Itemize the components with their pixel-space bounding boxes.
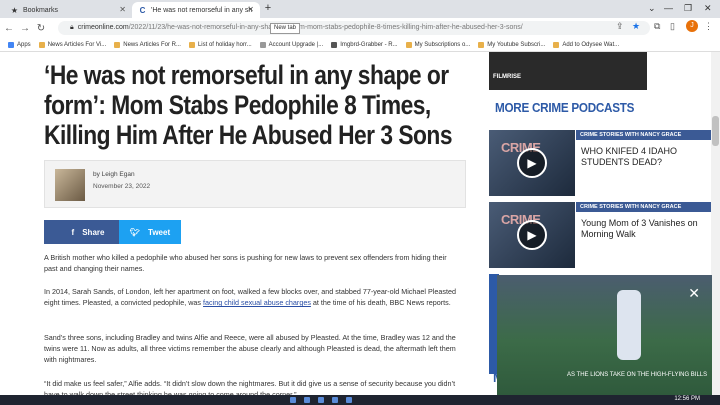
article-link[interactable]: facing child sexual abuse charges (203, 298, 311, 307)
reload-icon[interactable]: ↻ (34, 23, 48, 34)
share-page-icon[interactable]: ⇪ (616, 21, 624, 32)
forward-icon[interactable]: → (18, 23, 32, 34)
article-date: November 23, 2022 (93, 183, 151, 190)
page-icon (259, 41, 266, 48)
tab-bookmarks[interactable]: ★ Bookmarks ✕ (4, 2, 132, 18)
bookmark-item[interactable]: Account Upgrade |... (259, 41, 323, 48)
app-icon[interactable] (318, 397, 324, 403)
twitter-tweet-button[interactable]: 🐦︎ Tweet (119, 220, 181, 244)
star-icon: ★ (10, 5, 19, 15)
tab-label: Bookmarks (23, 6, 59, 14)
app-icon[interactable] (346, 397, 352, 403)
app-icon[interactable] (290, 397, 296, 403)
podcast-thumbnail[interactable]: CRIME ▶ (489, 130, 575, 196)
app-icon[interactable] (332, 397, 338, 403)
bookmark-item[interactable]: List of holiday horr... (188, 41, 252, 48)
minimize-icon[interactable]: — (664, 3, 673, 13)
podcast-item[interactable]: CRIME ▶ CRIME STORIES WITH NANCY GRACE Y… (489, 202, 711, 268)
back-icon[interactable]: ← (2, 23, 16, 34)
article-paragraph: “It did make us feel safer,” Alfie adds.… (44, 379, 456, 395)
video-frame (617, 290, 641, 360)
bookmark-item[interactable]: News Articles For R... (114, 41, 181, 48)
podcast-item[interactable]: CRIME ▶ CRIME STORIES WITH NANCY GRACE W… (489, 130, 711, 196)
podcast-tag: CRIME STORIES WITH NANCY GRACE (576, 130, 711, 140)
author-box: by Leigh Egan November 23, 2022 (44, 160, 466, 208)
tab-article[interactable]: C 'He was not remorseful in any sh ✕ (132, 2, 260, 18)
article-paragraph: Sand’s three sons, including Bradley and… (44, 333, 456, 364)
play-icon[interactable]: ▶ (517, 220, 547, 250)
folder-icon (38, 41, 45, 48)
tab-search-icon[interactable]: ⌄ (648, 3, 656, 14)
twitter-icon: 🐦︎ (129, 227, 141, 237)
menu-icon[interactable]: ⋮ (704, 21, 713, 32)
address-bar[interactable]: 🔒︎ crimeonline.com/2022/11/23/he-was-not-… (58, 21, 650, 35)
play-icon[interactable]: ▶ (517, 148, 547, 178)
taskbar-apps (290, 397, 360, 403)
scrollbar-thumb[interactable] (712, 116, 719, 146)
page-icon (331, 41, 338, 48)
bookmark-star-icon[interactable]: ★ (632, 21, 640, 32)
podcast-tag: CRIME STORIES WITH NANCY GRACE (576, 202, 711, 212)
facebook-icon: f (71, 227, 75, 237)
lock-icon: 🔒︎ (70, 24, 74, 31)
article-paragraph: In 2014, Sarah Sands, of London, left he… (44, 287, 456, 307)
article-paragraph: A British mother who killed a pedophile … (44, 253, 447, 273)
author-avatar (55, 169, 85, 201)
bookmark-item[interactable]: My Youtube Subscri... (478, 41, 545, 48)
close-icon[interactable]: ✕ (688, 285, 700, 302)
close-icon[interactable]: ✕ (119, 5, 126, 14)
filmrise-banner[interactable]: FILMRISE (489, 52, 647, 90)
tab-strip: ★ Bookmarks ✕ C 'He was not remorseful i… (0, 0, 720, 18)
podcast-title[interactable]: Young Mom of 3 Vanishes on Morning Walk (581, 218, 709, 240)
os-taskbar: 12:56 PM (0, 395, 720, 405)
new-tab-tooltip: New tab (270, 23, 301, 34)
video-caption: AS THE LIONS TAKE ON THE HIGH-FLYING BIL… (567, 372, 708, 378)
side-panel-icon[interactable]: ▯ (670, 21, 675, 32)
tab-label: 'He was not remorseful in any sh (151, 6, 253, 14)
url-path: /2022/11/23/he-was-not-remorseful-in-any… (128, 24, 523, 31)
maximize-icon[interactable]: ❐ (684, 3, 692, 14)
bookmark-item[interactable]: My Subscriptions o... (405, 41, 470, 48)
article-headline: ‘He was not remorseful in any shape or f… (44, 60, 453, 150)
apps-grid-icon (8, 41, 14, 48)
podcast-thumbnail[interactable]: CRIME ▶ (489, 202, 575, 268)
clock: 12:56 PM (674, 396, 700, 402)
bookmarks-bar: Apps News Articles For Vi... News Articl… (0, 38, 720, 52)
podcast-title[interactable]: WHO KNIFED 4 IDAHO STUDENTS DEAD? (581, 146, 709, 168)
author-byline[interactable]: by Leigh Egan (93, 171, 135, 178)
bookmark-item[interactable]: News Articles For Vi... (38, 41, 106, 48)
floating-video-player[interactable]: ✕ AS THE LIONS TAKE ON THE HIGH-FLYING B… (497, 275, 712, 395)
section-title: MORE CRIME PODCASTS (495, 100, 635, 115)
extensions-icon[interactable]: ⧉ (654, 21, 660, 32)
bookmark-apps[interactable]: Apps (8, 41, 31, 48)
folder-icon (553, 41, 560, 48)
folder-icon (114, 41, 121, 48)
page-scrollbar[interactable] (711, 52, 720, 395)
bookmark-item[interactable]: Add to Odysee Wat... (553, 41, 619, 48)
folder-icon (405, 41, 412, 48)
window-close-icon[interactable]: ✕ (704, 3, 712, 14)
site-favicon-icon: C (139, 5, 146, 15)
url-domain: crimeonline.com (77, 24, 129, 31)
folder-icon (188, 41, 195, 48)
app-icon[interactable] (304, 397, 310, 403)
folder-icon (478, 41, 485, 48)
bookmark-item[interactable]: Imgbrd-Grabber - R... (331, 41, 398, 48)
profile-avatar[interactable]: J (686, 20, 698, 32)
new-tab-button[interactable]: + (262, 2, 274, 14)
close-icon[interactable]: ✕ (247, 5, 254, 14)
